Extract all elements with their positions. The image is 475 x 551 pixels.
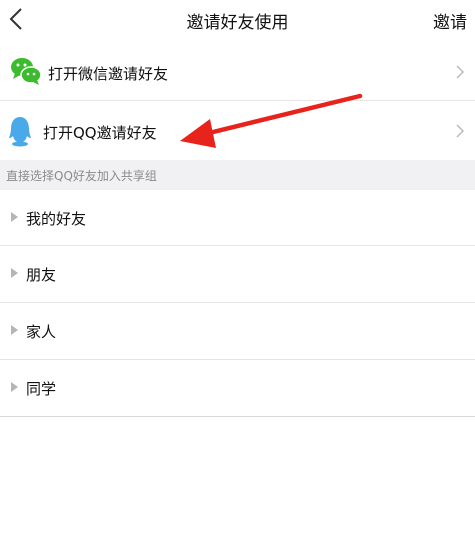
page-title: 邀请好友使用 [186,13,289,33]
group-item-friends[interactable]: 朋友 [0,246,475,302]
wechat-invite-label: 打开微信邀请好友 [48,65,169,83]
wechat-invite-row[interactable]: 打开微信邀请好友 [0,42,475,100]
qq-icon [9,117,31,147]
chevron-right-icon [456,124,465,138]
group-item-family[interactable]: 家人 [0,303,475,359]
expand-triangle-icon [11,212,18,222]
group-label: 朋友 [26,266,57,284]
group-label: 家人 [26,323,57,341]
section-header-text: 直接选择QQ好友加入共享组 [6,169,157,183]
expand-triangle-icon [11,268,18,278]
chevron-right-icon [456,65,465,79]
navigation-bar: 邀请好友使用 邀请 [0,0,475,40]
qq-invite-row[interactable]: 打开QQ邀请好友 [0,101,475,160]
divider [0,416,475,417]
group-label: 我的好友 [26,210,87,228]
expand-triangle-icon [11,325,18,335]
invite-button[interactable]: 邀请 [433,8,467,33]
group-item-classmates[interactable]: 同学 [0,360,475,416]
section-header: 直接选择QQ好友加入共享组 [0,160,475,190]
expand-triangle-icon [11,382,18,392]
group-item-my-friends[interactable]: 我的好友 [0,190,475,246]
wechat-icon [11,58,42,85]
group-label: 同学 [26,380,57,398]
qq-invite-label: 打开QQ邀请好友 [43,124,157,142]
